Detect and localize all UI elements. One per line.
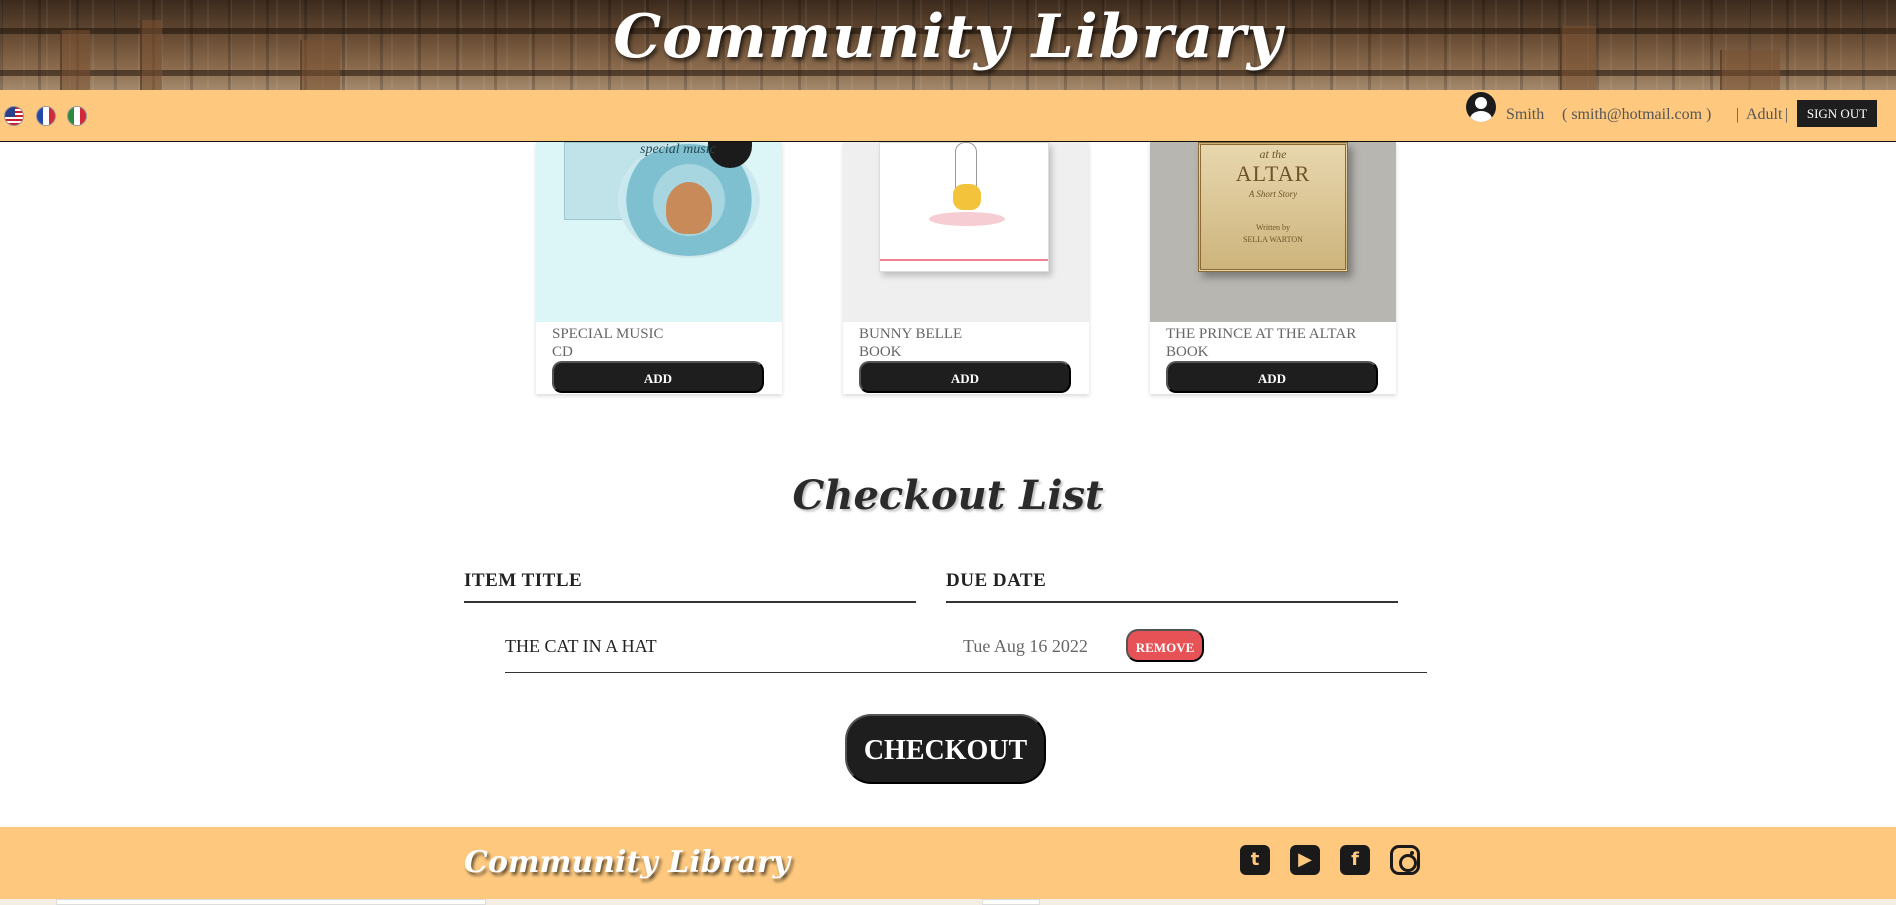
item-type: BOOK [859, 344, 902, 360]
instagram-icon[interactable] [1390, 845, 1420, 875]
add-button[interactable]: ADD [859, 361, 1071, 393]
twitter-icon[interactable]: t [1240, 845, 1270, 875]
user-name: Smith [1506, 106, 1545, 123]
add-button[interactable]: ADD [1166, 361, 1378, 393]
cover-image: at the ALTAR A Short Story Written by SE… [1150, 142, 1396, 322]
column-header-due-date: DUE DATE [946, 570, 1047, 591]
item-type: CD [552, 344, 573, 360]
youtube-icon[interactable]: ▶ [1290, 845, 1320, 875]
checkout-item-title: THE CAT IN A HAT [505, 636, 657, 656]
cover-text: SELLA WARTON [1243, 235, 1303, 244]
header-banner: Community Library [0, 0, 1896, 90]
cover-text: ALTAR [1235, 161, 1311, 186]
cover-text: A Short Story [1248, 189, 1298, 199]
site-title: Community Library [613, 2, 1283, 72]
add-button[interactable]: ADD [552, 361, 764, 393]
item-title: SPECIAL MUSIC [552, 326, 664, 342]
footer-tab [982, 899, 1040, 905]
book-cover-art: at the ALTAR A Short Story Written by SE… [1198, 142, 1348, 272]
checkout-button[interactable]: CHECKOUT [845, 714, 1046, 784]
separator: | [1736, 106, 1740, 123]
divider [464, 601, 916, 603]
separator: | [1785, 106, 1789, 123]
avatar [1466, 92, 1496, 122]
cover-art [666, 182, 712, 234]
cover-text: special music [640, 142, 716, 157]
cover-image [843, 142, 1089, 322]
footer: Community Library t ▶ f [0, 827, 1896, 905]
sign-out-button[interactable]: SIGN OUT [1797, 100, 1877, 127]
item-type: BOOK [1166, 344, 1209, 360]
footer-title: Community Library [464, 845, 791, 880]
footer-strip [0, 899, 1896, 905]
cover-image: special music [536, 142, 782, 322]
item-title: THE PRINCE AT THE ALTAR [1166, 326, 1357, 342]
remove-button[interactable]: REMOVE [1126, 629, 1204, 662]
facebook-icon[interactable]: f [1340, 845, 1370, 875]
checkout-item-due-date: Tue Aug 16 2022 [963, 636, 1088, 656]
item-title: BUNNY BELLE [859, 326, 963, 342]
cover-text: at the [1259, 147, 1287, 161]
catalog-card: special music SPECIAL MUSIC CD ADD [536, 142, 782, 394]
divider [505, 672, 1427, 673]
it-flag-icon[interactable] [67, 106, 87, 126]
footer-tab [56, 899, 486, 905]
user-email: ( smith@hotmail.com ) [1562, 106, 1712, 123]
cover-text: Written by [1255, 223, 1291, 232]
user-role: Adult [1746, 106, 1783, 123]
column-header-item-title: ITEM TITLE [464, 570, 583, 591]
checkout-title: Checkout List [792, 472, 1104, 519]
cover-art [929, 212, 1005, 226]
us-flag-icon[interactable] [4, 106, 24, 126]
fr-flag-icon[interactable] [36, 106, 56, 126]
catalog-card: BUNNY BELLE BOOK ADD [843, 142, 1089, 394]
cover-art [953, 184, 981, 210]
catalog-card: at the ALTAR A Short Story Written by SE… [1150, 142, 1396, 394]
divider [946, 601, 1398, 603]
